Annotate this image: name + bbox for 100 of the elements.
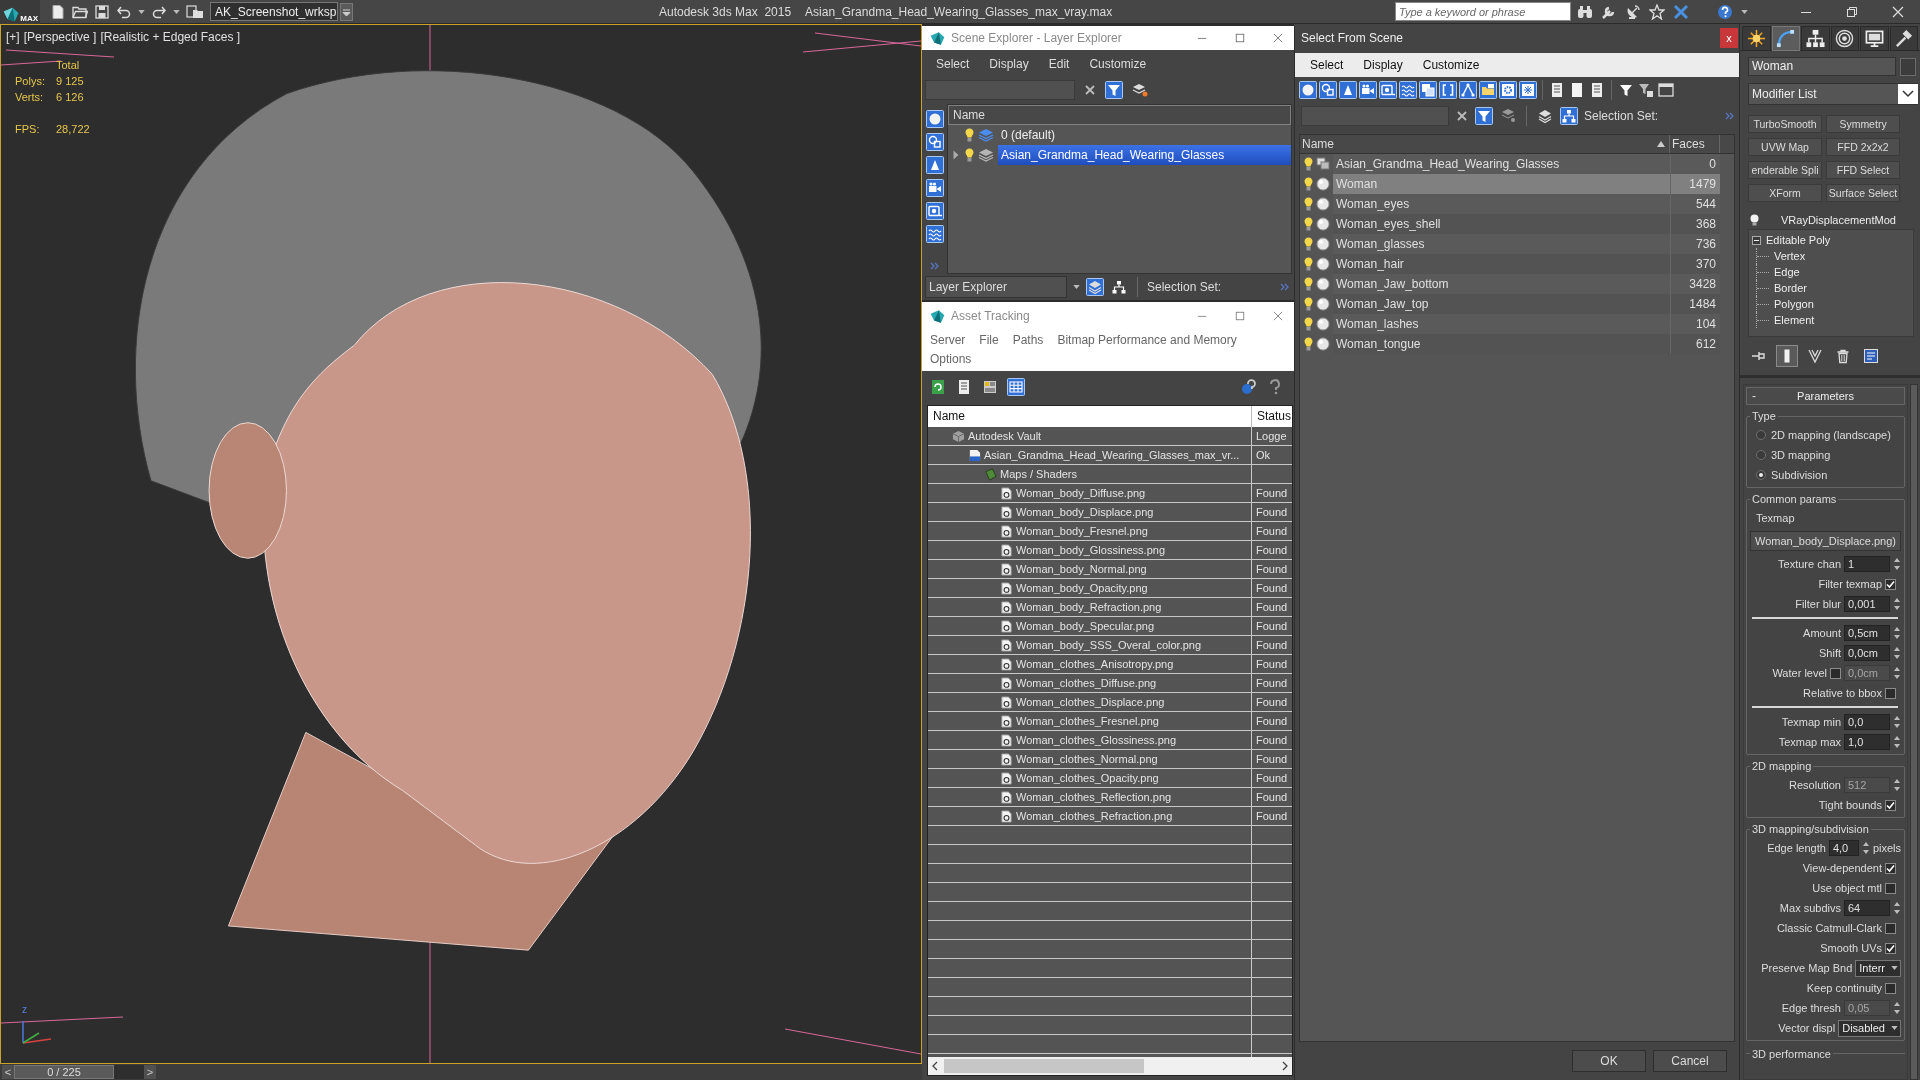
ok-button[interactable]: OK xyxy=(1572,1050,1646,1072)
command-panel-tab[interactable] xyxy=(1771,26,1800,51)
workspace-dropdown[interactable]: AK_Screenshot_wrksp xyxy=(210,2,338,21)
layer-name[interactable]: Asian_Grandma_Head_Wearing_Glasses xyxy=(998,145,1291,165)
column-header[interactable]: Faces xyxy=(1670,135,1720,153)
project-folder-icon[interactable] xyxy=(186,3,204,20)
caret-icon[interactable] xyxy=(173,9,180,14)
rollout-header[interactable]: - Parameters xyxy=(1746,387,1905,405)
column-header[interactable]: Name xyxy=(1300,135,1670,153)
expand-arrow-icon[interactable] xyxy=(953,150,959,160)
hierarchy-mode-icon[interactable] xyxy=(1560,107,1578,125)
texmap-button[interactable]: Woman_body_Displace.png) xyxy=(1750,531,1901,551)
node-chain-filter-icon[interactable] xyxy=(1459,81,1477,99)
light-bulb-icon[interactable] xyxy=(1749,214,1759,226)
checkbox-label[interactable]: Classic Catmull-Clark xyxy=(1776,922,1882,934)
layers-icon[interactable] xyxy=(1536,107,1554,125)
filter-list-icon[interactable] xyxy=(1637,81,1655,99)
search-field[interactable]: Type a keyword or phrase xyxy=(1395,2,1571,21)
spinner-field[interactable]: 1,0 xyxy=(1844,734,1890,750)
checkbox[interactable] xyxy=(1885,862,1896,874)
maximize-icon[interactable] xyxy=(1235,311,1245,321)
object-row[interactable]: Asian_Grandma_Head_Wearing_Glasses 0 xyxy=(1333,154,1720,174)
sort-arrow-icon[interactable] xyxy=(1657,141,1665,147)
menu-item[interactable]: Select xyxy=(936,57,970,71)
object-row[interactable]: Woman_glasses 736 xyxy=(1333,234,1720,254)
menu-item[interactable]: Options xyxy=(930,351,972,367)
satellite-dish-icon[interactable] xyxy=(1625,3,1641,20)
next-frame-button[interactable]: > xyxy=(144,1065,156,1079)
sub-object-level[interactable]: Border xyxy=(1774,282,1808,294)
spinner-field[interactable]: 0,5cm xyxy=(1844,625,1890,641)
checkbox[interactable] xyxy=(1885,922,1896,934)
spinner-arrows-icon[interactable] xyxy=(1893,734,1901,750)
command-panel-tab[interactable] xyxy=(1830,26,1859,51)
camera-filter-icon[interactable] xyxy=(1359,81,1377,99)
modifier-name[interactable]: VRayDisplacementMod xyxy=(1781,214,1896,226)
snowflake-filter-icon[interactable] xyxy=(1519,81,1537,99)
menu-item[interactable]: Customize xyxy=(1089,57,1147,71)
scroll-thumb[interactable] xyxy=(944,1059,1144,1073)
radio-button[interactable] xyxy=(1756,430,1766,440)
radio-button[interactable] xyxy=(1756,450,1766,460)
checkbox[interactable] xyxy=(1885,942,1896,954)
dotted-ring-filter-icon[interactable] xyxy=(1499,81,1517,99)
previous-frame-button[interactable]: < xyxy=(2,1065,14,1079)
shapes-filter-icon[interactable] xyxy=(1319,81,1337,99)
sub-object-level[interactable]: Edge xyxy=(1774,266,1800,278)
modifier-button[interactable]: Surface Select xyxy=(1826,184,1900,202)
binoculars-icon[interactable] xyxy=(1577,3,1593,20)
spinner-arrows-icon[interactable] xyxy=(1893,596,1901,612)
modifier-button[interactable]: UVW Map xyxy=(1748,138,1822,156)
checkbox-label[interactable]: Filter texmap xyxy=(1818,578,1882,590)
checkbox[interactable] xyxy=(1885,578,1896,590)
spinner-field[interactable]: 64 xyxy=(1844,900,1890,916)
checkbox[interactable] xyxy=(1885,687,1896,699)
sphere-filter-icon[interactable] xyxy=(925,110,944,128)
sub-object-level[interactable]: Element xyxy=(1774,314,1815,326)
bracket-filter-icon[interactable] xyxy=(1439,81,1457,99)
customize-toolbar-icon[interactable] xyxy=(340,2,353,21)
radio-label[interactable]: 2D mapping (landscape) xyxy=(1771,429,1891,441)
scroll-left-icon[interactable] xyxy=(932,1061,938,1071)
maximize-icon[interactable] xyxy=(1235,33,1245,43)
object-row[interactable]: Woman_Jaw_bottom 3428 xyxy=(1333,274,1720,294)
bulb-icon[interactable] xyxy=(1304,237,1313,251)
sub-object-level[interactable]: Polygon xyxy=(1774,298,1814,310)
menu-item[interactable]: File xyxy=(979,332,999,348)
dropdown[interactable]: Disabled xyxy=(1838,1019,1901,1037)
chevron-down-icon[interactable] xyxy=(1898,84,1918,104)
spinner-field[interactable]: 0,0 xyxy=(1844,714,1890,730)
bulb-icon[interactable] xyxy=(1304,177,1313,191)
refresh-icon[interactable] xyxy=(929,378,947,396)
cone-filter-icon[interactable] xyxy=(925,156,944,174)
modifier-button[interactable]: enderable Spli xyxy=(1748,161,1822,179)
filter-icon[interactable] xyxy=(1475,107,1493,125)
menu-item[interactable]: Select xyxy=(1310,58,1344,72)
help-icon[interactable] xyxy=(1717,3,1733,20)
modifier-button[interactable]: Symmetry xyxy=(1826,115,1900,133)
checkbox[interactable] xyxy=(1885,799,1896,811)
new-file-icon[interactable] xyxy=(50,3,66,20)
spinner-arrows-icon[interactable] xyxy=(1893,900,1901,916)
menu-item[interactable]: Display xyxy=(989,57,1029,71)
close-button[interactable]: x xyxy=(1720,28,1738,48)
viewport-label[interactable]: [Perspective ] xyxy=(23,30,97,44)
column-header[interactable]: Name xyxy=(948,105,1291,125)
rollout-toggle[interactable]: - xyxy=(1747,389,1761,403)
image-list-icon[interactable] xyxy=(981,378,999,396)
horizontal-scrollbar[interactable] xyxy=(928,1057,1292,1075)
object-name-field[interactable]: Woman xyxy=(1748,57,1896,76)
spinner-arrows-icon[interactable] xyxy=(1861,840,1870,856)
layer-settings-icon[interactable] xyxy=(1131,81,1149,99)
bulb-icon[interactable] xyxy=(1304,317,1313,331)
sub-object-level[interactable]: Vertex xyxy=(1774,250,1806,262)
checkbox-label[interactable]: Keep continuity xyxy=(1806,982,1882,994)
bulb-icon[interactable] xyxy=(965,128,974,142)
bulb-icon[interactable] xyxy=(1304,257,1313,271)
modifier-list-dropdown[interactable]: Modifier List xyxy=(1748,83,1918,105)
explorer-dropdown[interactable]: Layer Explorer xyxy=(925,276,1067,298)
color-swatch-icon[interactable] xyxy=(1900,57,1916,76)
radio-label[interactable]: Subdivision xyxy=(1771,469,1828,481)
checkbox-label[interactable]: Use object mtl xyxy=(1812,882,1882,894)
command-panel-tab[interactable] xyxy=(1889,26,1918,51)
scroll-right-icon[interactable] xyxy=(1282,1061,1288,1071)
